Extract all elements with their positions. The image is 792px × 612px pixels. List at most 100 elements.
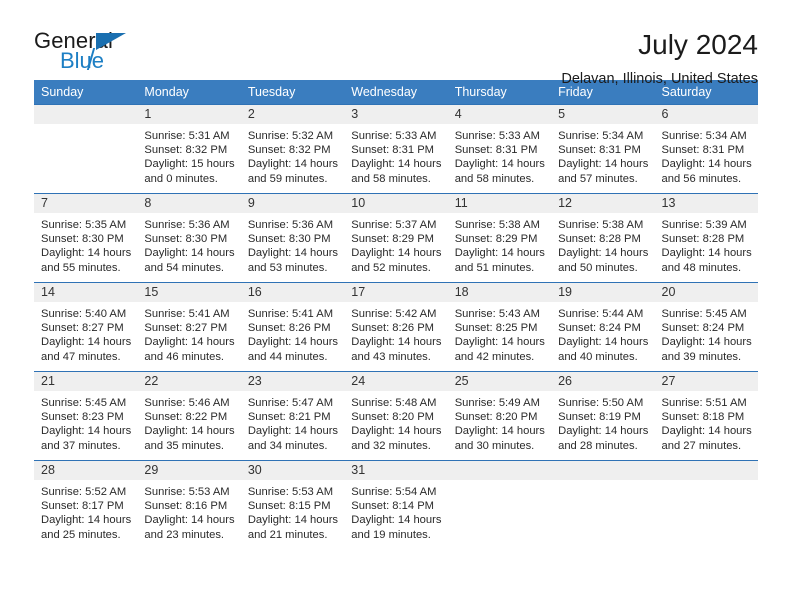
calendar-day-cell[interactable]: 22 Sunrise: 5:46 AM Sunset: 8:22 PM Dayligh… <box>137 371 241 461</box>
daylight-text-line1: Daylight: 14 hours <box>558 425 649 438</box>
sunset-text: Sunset: 8:28 PM <box>558 233 641 246</box>
day-details: Sunrise: 5:46 AM Sunset: 8:22 PM Daylight:… <box>137 391 240 453</box>
day-details: Sunrise: 5:52 AM Sunset: 8:17 PM Daylight:… <box>34 480 137 542</box>
calendar-day-cell[interactable]: 30 Sunrise: 5:53 AM Sunset: 8:15 PM Dayligh… <box>240 460 345 550</box>
sunrise-text: Sunrise: 5:53 AM <box>247 486 334 498</box>
calendar-day-cell[interactable]: 12 Sunrise: 5:38 AM Sunset: 8:28 PM Dayligh… <box>551 193 655 283</box>
calendar-day-cell[interactable]: 19 Sunrise: 5:44 AM Sunset: 8:24 PM Dayligh… <box>551 282 655 372</box>
daylight-text-line1: Daylight: 14 hours <box>661 425 752 438</box>
sunset-text: Sunset: 8:31 PM <box>558 144 641 157</box>
calendar-day-cell[interactable]: 7 Sunrise: 5:35 AM Sunset: 8:30 PM Daylight… <box>34 193 138 283</box>
sunset-text: Sunset: 8:29 PM <box>454 233 538 246</box>
sunrise-text: Sunrise: 5:47 AM <box>247 397 334 409</box>
calendar-day-cell[interactable]: 6 Sunrise: 5:34 AM Sunset: 8:31 PM Daylight… <box>654 104 758 194</box>
calendar-day-cell[interactable]: 3 Sunrise: 5:33 AM Sunset: 8:31 PM Daylight… <box>344 104 448 194</box>
calendar-day-cell[interactable]: 29 Sunrise: 5:53 AM Sunset: 8:16 PM Dayligh… <box>137 460 241 550</box>
calendar-day-cell[interactable]: 5 Sunrise: 5:34 AM Sunset: 8:31 PM Daylight… <box>551 104 655 194</box>
title-block: July 2024 Delavan, Illinois, United Stat… <box>561 28 758 88</box>
calendar-day-cell[interactable]: 31 Sunrise: 5:54 AM Sunset: 8:14 PM Dayligh… <box>344 460 448 550</box>
calendar-week-row: 14 Sunrise: 5:40 AM Sunset: 8:27 PM Dayligh… <box>34 282 758 372</box>
daylight-text-line1: Daylight: 14 hours <box>144 514 235 527</box>
calendar-day-cell[interactable]: 15 Sunrise: 5:41 AM Sunset: 8:27 PM Dayligh… <box>137 282 241 372</box>
daylight-text-line2: and 43 minutes. <box>351 350 431 363</box>
sunset-text: Sunset: 8:24 PM <box>661 322 745 335</box>
calendar-day-cell[interactable]: 28 Sunrise: 5:52 AM Sunset: 8:17 PM Dayligh… <box>34 460 138 550</box>
sunrise-text: Sunrise: 5:32 AM <box>247 130 334 142</box>
calendar-day-cell[interactable]: 2 Sunrise: 5:32 AM Sunset: 8:32 PM Daylight… <box>240 104 345 194</box>
sunset-text: Sunset: 8:30 PM <box>144 233 228 246</box>
brand-logo[interactable]: General Blue <box>34 28 214 78</box>
sunset-text: Sunset: 8:25 PM <box>454 322 538 335</box>
calendar-day-cell[interactable]: 16 Sunrise: 5:41 AM Sunset: 8:26 PM Dayligh… <box>240 282 345 372</box>
day-number: 10 <box>344 194 448 213</box>
sunrise-text: Sunrise: 5:34 AM <box>558 130 644 142</box>
sunrise-text: Sunrise: 5:46 AM <box>144 397 230 409</box>
calendar-day-cell[interactable]: 21 Sunrise: 5:45 AM Sunset: 8:23 PM Dayligh… <box>34 371 138 461</box>
daylight-text-line2: and 56 minutes. <box>661 172 742 185</box>
day-details: Sunrise: 5:44 AM Sunset: 8:24 PM Daylight:… <box>551 302 654 364</box>
day-details: Sunrise: 5:39 AM Sunset: 8:28 PM Daylight:… <box>655 213 758 275</box>
daylight-text-line1: Daylight: 14 hours <box>454 425 545 438</box>
day-number: 31 <box>344 461 448 480</box>
calendar-day-cell[interactable]: 27 Sunrise: 5:51 AM Sunset: 8:18 PM Dayligh… <box>654 371 758 461</box>
day-number: 13 <box>654 194 758 213</box>
sunset-text: Sunset: 8:32 PM <box>247 144 331 157</box>
day-details: Sunrise: 5:45 AM Sunset: 8:23 PM Daylight:… <box>34 391 137 453</box>
calendar-day-cell[interactable]: 4 Sunrise: 5:33 AM Sunset: 8:31 PM Daylight… <box>447 104 552 194</box>
sunrise-text: Sunrise: 5:40 AM <box>41 308 127 320</box>
calendar-day-cell[interactable]: 24 Sunrise: 5:48 AM Sunset: 8:20 PM Dayligh… <box>344 371 448 461</box>
day-number: 2 <box>240 105 345 124</box>
sunset-text: Sunset: 8:28 PM <box>661 233 745 246</box>
day-details: Sunrise: 5:34 AM Sunset: 8:31 PM Daylight:… <box>551 124 654 186</box>
day-number: 3 <box>344 105 448 124</box>
day-number: 24 <box>344 372 448 391</box>
day-number: 6 <box>654 105 758 124</box>
calendar-day-cell[interactable]: 23 Sunrise: 5:47 AM Sunset: 8:21 PM Dayligh… <box>240 371 345 461</box>
calendar-day-cell[interactable]: 1 Sunrise: 5:31 AM Sunset: 8:32 PM Daylight… <box>137 104 241 194</box>
calendar-empty-cell <box>551 460 655 550</box>
calendar-day-cell[interactable]: 10 Sunrise: 5:37 AM Sunset: 8:29 PM Dayligh… <box>344 193 448 283</box>
daylight-text-line1: Daylight: 14 hours <box>247 425 339 438</box>
day-details: Sunrise: 5:38 AM Sunset: 8:29 PM Daylight:… <box>448 213 551 275</box>
day-number: 30 <box>240 461 345 480</box>
calendar-day-cell[interactable]: 26 Sunrise: 5:50 AM Sunset: 8:19 PM Dayligh… <box>551 371 655 461</box>
sunset-text: Sunset: 8:18 PM <box>661 411 745 424</box>
daylight-text-line2: and 19 minutes. <box>351 528 431 541</box>
daylight-text-line1: Daylight: 14 hours <box>247 247 339 260</box>
day-details: Sunrise: 5:45 AM Sunset: 8:24 PM Daylight:… <box>655 302 758 364</box>
sunrise-text: Sunrise: 5:48 AM <box>351 397 437 409</box>
sunrise-text: Sunrise: 5:36 AM <box>144 219 230 231</box>
sunrise-text: Sunrise: 5:41 AM <box>247 308 334 320</box>
sunrise-text: Sunrise: 5:49 AM <box>454 397 540 409</box>
calendar-day-cell[interactable]: 20 Sunrise: 5:45 AM Sunset: 8:24 PM Dayligh… <box>654 282 758 372</box>
day-number: 21 <box>34 372 138 391</box>
daylight-text-line1: Daylight: 15 hours <box>144 158 235 171</box>
daylight-text-line1: Daylight: 14 hours <box>351 247 442 260</box>
day-number: 17 <box>344 283 448 302</box>
day-number: 22 <box>137 372 241 391</box>
daylight-text-line2: and 35 minutes. <box>144 439 225 452</box>
sunrise-text: Sunrise: 5:50 AM <box>558 397 644 409</box>
day-details: Sunrise: 5:38 AM Sunset: 8:28 PM Daylight:… <box>551 213 654 275</box>
calendar-day-cell[interactable]: 13 Sunrise: 5:39 AM Sunset: 8:28 PM Dayligh… <box>654 193 758 283</box>
daylight-text-line2: and 55 minutes. <box>41 261 121 274</box>
sunrise-text: Sunrise: 5:39 AM <box>661 219 747 231</box>
calendar-day-cell[interactable]: 25 Sunrise: 5:49 AM Sunset: 8:20 PM Dayligh… <box>447 371 552 461</box>
calendar-day-cell[interactable]: 8 Sunrise: 5:36 AM Sunset: 8:30 PM Daylight… <box>137 193 241 283</box>
calendar-day-cell[interactable]: 9 Sunrise: 5:36 AM Sunset: 8:30 PM Daylight… <box>240 193 345 283</box>
sunrise-text: Sunrise: 5:35 AM <box>41 219 127 231</box>
day-details: Sunrise: 5:35 AM Sunset: 8:30 PM Daylight:… <box>34 213 137 275</box>
calendar-day-cell[interactable]: 18 Sunrise: 5:43 AM Sunset: 8:25 PM Dayligh… <box>447 282 552 372</box>
day-number: 25 <box>447 372 552 391</box>
weekday-header-tuesday: Tuesday <box>240 80 345 105</box>
daylight-text-line2: and 28 minutes. <box>558 439 638 452</box>
daylight-text-line2: and 57 minutes. <box>558 172 638 185</box>
daylight-text-line2: and 34 minutes. <box>247 439 328 452</box>
calendar-day-cell[interactable]: 14 Sunrise: 5:40 AM Sunset: 8:27 PM Dayligh… <box>34 282 138 372</box>
sunset-text: Sunset: 8:21 PM <box>247 411 331 424</box>
calendar-day-cell[interactable]: 11 Sunrise: 5:38 AM Sunset: 8:29 PM Dayligh… <box>447 193 552 283</box>
calendar-day-cell[interactable]: 17 Sunrise: 5:42 AM Sunset: 8:26 PM Dayligh… <box>344 282 448 372</box>
daylight-text-line2: and 44 minutes. <box>247 350 328 363</box>
sunrise-text: Sunrise: 5:45 AM <box>41 397 127 409</box>
sunrise-text: Sunrise: 5:42 AM <box>351 308 437 320</box>
